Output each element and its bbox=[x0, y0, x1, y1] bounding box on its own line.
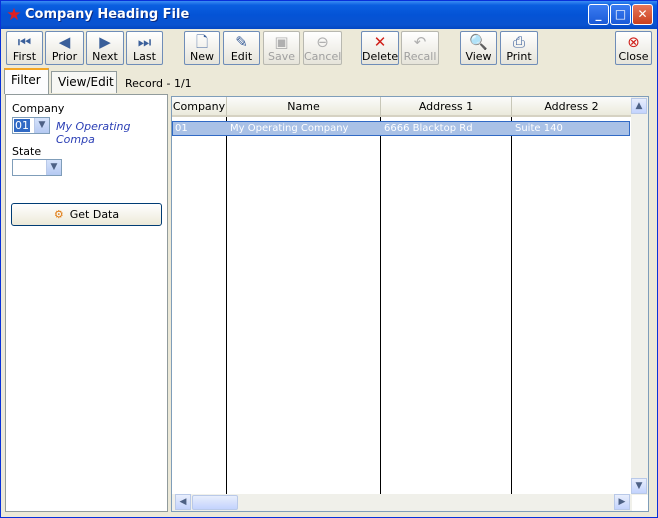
tab-filter[interactable]: Filter bbox=[4, 68, 49, 94]
horizontal-scrollbar[interactable]: ◀ ▶ bbox=[172, 494, 632, 511]
cancel-circle-icon: ⊖ bbox=[316, 33, 329, 51]
next-arrow-icon: ▶ bbox=[99, 33, 111, 51]
delete-label: Delete bbox=[362, 50, 399, 63]
print-button[interactable]: ⎙ Print bbox=[500, 31, 538, 65]
column-header-name[interactable]: Name bbox=[227, 97, 381, 117]
window-title: Company Heading File bbox=[25, 7, 190, 22]
close-circle-icon: ⊗ bbox=[627, 33, 640, 51]
view-label: View bbox=[465, 50, 492, 63]
chevron-down-icon[interactable]: ▼ bbox=[46, 160, 61, 175]
vertical-scrollbar[interactable]: ▲ ▼ bbox=[631, 97, 648, 495]
recall-undo-icon: ↶ bbox=[413, 33, 427, 51]
company-label: Company bbox=[12, 102, 65, 115]
last-label: Last bbox=[133, 50, 156, 63]
cell-company: 01 bbox=[175, 123, 188, 134]
window-close-button[interactable]: ✕ bbox=[632, 4, 653, 25]
company-value: 01 bbox=[14, 119, 30, 132]
recall-label: Recall bbox=[403, 50, 437, 63]
prior-button[interactable]: ◀ Prior bbox=[45, 31, 84, 65]
column-header-address1[interactable]: Address 1 bbox=[381, 97, 512, 117]
edit-label: Edit bbox=[230, 50, 253, 63]
record-indicator: Record - 1/1 bbox=[125, 77, 192, 90]
cell-address2: Suite 140 bbox=[515, 123, 563, 134]
cancel-button[interactable]: ⊖ Cancel bbox=[303, 31, 342, 65]
company-grid[interactable]: Company Name Address 1 Address 2 01 My O… bbox=[171, 96, 649, 512]
new-label: New bbox=[190, 50, 214, 63]
new-button[interactable]: 🗋 New bbox=[184, 31, 220, 65]
prior-arrow-icon: ◀ bbox=[58, 33, 71, 51]
save-button[interactable]: ▣ Save bbox=[263, 31, 300, 65]
new-document-icon: 🗋 bbox=[195, 33, 209, 51]
print-label: Print bbox=[506, 50, 532, 63]
recall-button[interactable]: ↶ Recall bbox=[401, 31, 439, 65]
save-disk-icon: ▣ bbox=[274, 33, 289, 51]
column-divider bbox=[226, 117, 227, 495]
horizontal-scroll-thumb[interactable] bbox=[192, 495, 238, 510]
state-select[interactable]: ▼ bbox=[12, 159, 62, 176]
maximize-button[interactable]: □ bbox=[610, 4, 631, 25]
get-data-button[interactable]: ⚙ Get Data bbox=[11, 203, 162, 226]
filter-panel: Company 01 ▼ My Operating Compa State ▼ … bbox=[5, 94, 168, 512]
scroll-up-icon[interactable]: ▲ bbox=[631, 98, 647, 114]
close-label: Close bbox=[618, 50, 649, 63]
close-button[interactable]: ⊗ Close bbox=[615, 31, 652, 65]
company-name-display: My Operating Compa bbox=[56, 120, 131, 146]
last-arrow-icon: ⏭ bbox=[137, 33, 152, 51]
cell-address1: 6666 Blacktop Rd bbox=[384, 123, 473, 134]
scroll-right-icon[interactable]: ▶ bbox=[614, 494, 630, 510]
chevron-down-icon[interactable]: ▼ bbox=[34, 118, 49, 133]
minimize-button[interactable]: _ bbox=[588, 4, 609, 25]
save-label: Save bbox=[267, 50, 295, 63]
view-button[interactable]: 🔍 View bbox=[460, 31, 497, 65]
star-app-icon: ★ bbox=[6, 5, 22, 25]
get-data-gear-icon: ⚙ bbox=[53, 208, 64, 221]
view-magnifier-icon: 🔍 bbox=[469, 33, 488, 51]
next-button[interactable]: ▶ Next bbox=[86, 31, 124, 65]
cancel-label: Cancel bbox=[304, 50, 342, 63]
state-label: State bbox=[12, 145, 42, 158]
edit-pencil-icon: ✎ bbox=[235, 33, 248, 51]
tab-view-edit[interactable]: View/Edit bbox=[51, 71, 117, 93]
delete-x-icon: ✕ bbox=[373, 33, 387, 51]
prior-label: Prior bbox=[51, 50, 78, 63]
first-label: First bbox=[12, 50, 37, 63]
tab-strip: Filter View/Edit Record - 1/1 bbox=[1, 68, 657, 94]
first-button[interactable]: ⏮ First bbox=[6, 31, 43, 65]
next-label: Next bbox=[92, 50, 118, 63]
first-arrow-icon: ⏮ bbox=[17, 33, 32, 51]
cell-name: My Operating Company bbox=[230, 123, 349, 134]
scroll-down-icon[interactable]: ▼ bbox=[631, 478, 647, 494]
get-data-label: Get Data bbox=[69, 208, 120, 221]
last-button[interactable]: ⏭ Last bbox=[126, 31, 163, 65]
print-printer-icon: ⎙ bbox=[512, 33, 525, 51]
toolbar: ⏮ First ◀ Prior ▶ Next ⏭ Last 🗋 New ✎ Edit ▣ Sa… bbox=[1, 29, 657, 67]
delete-button[interactable]: ✕ Delete bbox=[361, 31, 399, 65]
scroll-left-icon[interactable]: ◀ bbox=[175, 494, 191, 510]
column-header-company[interactable]: Company bbox=[172, 97, 227, 117]
table-row[interactable]: 01 My Operating Company 6666 Blacktop Rd… bbox=[172, 121, 630, 136]
column-divider bbox=[380, 117, 381, 495]
column-divider bbox=[511, 117, 512, 495]
edit-button[interactable]: ✎ Edit bbox=[223, 31, 260, 65]
main-window: ★ Company Heading File _ □ ✕ ⏮ First ◀ Pri… bbox=[0, 0, 658, 518]
company-select[interactable]: 01 ▼ bbox=[12, 117, 50, 134]
column-header-address2[interactable]: Address 2 bbox=[512, 97, 632, 117]
title-bar[interactable]: ★ Company Heading File _ □ ✕ bbox=[1, 1, 657, 29]
